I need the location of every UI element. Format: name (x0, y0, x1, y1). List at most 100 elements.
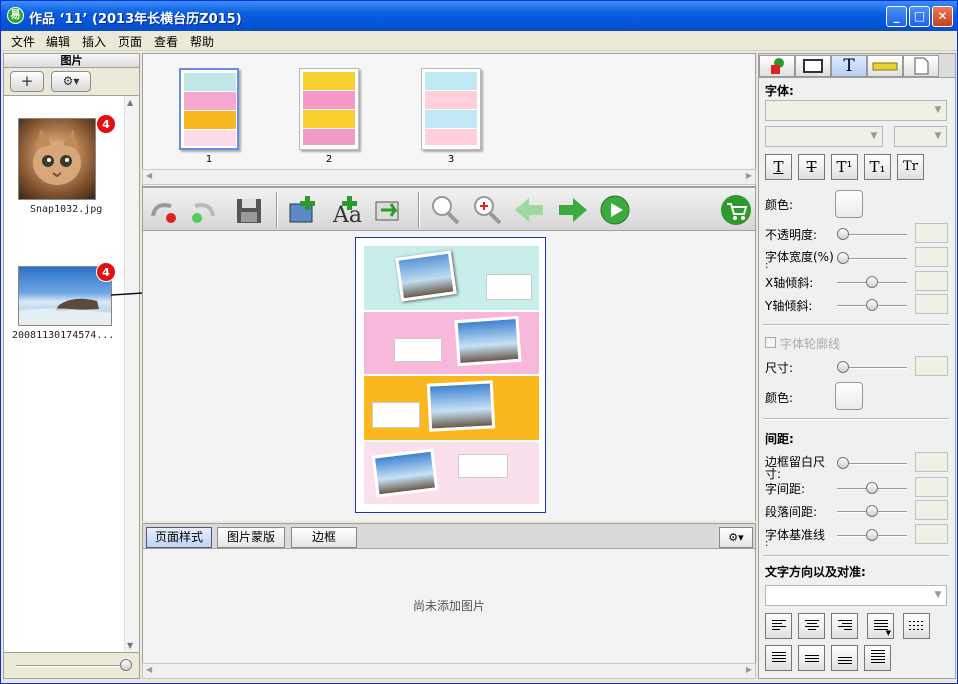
opacity-slider[interactable] (837, 228, 907, 240)
char-spacing-slider[interactable] (837, 482, 907, 494)
scroll-left-icon[interactable]: ◀ (146, 665, 152, 674)
page-icon[interactable] (903, 55, 939, 77)
slider-knob[interactable] (837, 228, 849, 240)
text-direction-combo[interactable]: ▼ (765, 585, 947, 606)
tab-image-mask[interactable]: 图片蒙版 (217, 527, 285, 548)
underline-button[interactable]: T (765, 154, 792, 180)
char-spacing-value[interactable] (915, 477, 948, 497)
zoom-out-icon[interactable] (429, 194, 461, 226)
photo-frame[interactable] (395, 250, 457, 302)
font-width-slider[interactable] (837, 252, 907, 264)
valign-bottom-button[interactable] (831, 645, 858, 671)
page-strip-scrollbar[interactable]: ◀ ▶ (142, 169, 756, 185)
menu-insert[interactable]: 插入 (82, 33, 106, 50)
redo-icon[interactable] (187, 194, 219, 226)
align-right-button[interactable] (831, 613, 858, 639)
next-page-icon[interactable] (557, 194, 589, 226)
slider-knob[interactable] (866, 505, 878, 517)
image-options-gear-button[interactable]: ⚙▾ (51, 71, 91, 92)
font-family-combo[interactable]: ▼ (765, 100, 947, 121)
tab-page-style[interactable]: 页面样式 (146, 527, 212, 548)
style-options-gear-button[interactable]: ⚙▾ (719, 527, 753, 548)
maximize-button[interactable]: □ (909, 6, 930, 27)
style-list-scrollbar[interactable]: ◀ ▶ (142, 663, 756, 679)
page-thumb-3[interactable] (421, 68, 481, 150)
page-thumb-2[interactable] (299, 68, 359, 150)
title-bar[interactable]: 易 作品 ‘11’ (2013年长横台历Z015) _ □ ✕ (1, 1, 957, 31)
close-button[interactable]: ✕ (932, 6, 953, 27)
zoom-in-icon[interactable] (471, 194, 503, 226)
distribute-button[interactable] (903, 613, 930, 639)
ruler-icon[interactable] (867, 55, 903, 77)
scroll-up-icon[interactable]: ▲ (127, 98, 133, 107)
photo-frame[interactable] (426, 380, 496, 432)
slider-knob[interactable] (837, 252, 849, 264)
scroll-left-icon[interactable]: ◀ (146, 171, 152, 180)
calendar-page[interactable] (355, 237, 546, 513)
slider-knob[interactable] (837, 361, 849, 373)
baseline-value[interactable] (915, 524, 948, 544)
x-skew-slider[interactable] (837, 276, 907, 288)
outline-size-value[interactable] (915, 356, 948, 376)
scroll-right-icon[interactable]: ▶ (746, 665, 752, 674)
slider-knob[interactable] (866, 276, 878, 288)
y-skew-value[interactable] (915, 294, 948, 314)
image-list-scrollbar[interactable]: ▲ ▼ (124, 96, 139, 652)
photo-frame[interactable] (454, 315, 522, 367)
page-thumb-1[interactable] (179, 68, 239, 150)
strikethrough-button[interactable]: T (798, 154, 825, 180)
paragraph-spacing-value[interactable] (915, 500, 948, 520)
subscript-button[interactable]: T₁ (864, 154, 891, 180)
undo-icon[interactable] (147, 194, 179, 226)
superscript-button[interactable]: T¹ (831, 154, 858, 180)
font-size-combo[interactable]: ▼ (894, 126, 947, 147)
save-icon[interactable] (233, 194, 265, 226)
slider-knob[interactable] (837, 457, 849, 469)
insert-text-icon[interactable]: Aa (331, 194, 363, 226)
margin-slider[interactable] (837, 457, 907, 469)
align-center-button[interactable] (798, 613, 825, 639)
baseline-slider[interactable] (837, 529, 907, 541)
insert-image-icon[interactable] (287, 194, 319, 226)
frame-icon[interactable] (795, 55, 831, 77)
previous-page-icon[interactable] (513, 194, 545, 226)
outline-checkbox[interactable] (765, 337, 776, 348)
font-color-swatch[interactable] (835, 190, 863, 218)
outline-color-swatch[interactable] (835, 382, 863, 410)
small-caps-button[interactable]: Tr (897, 154, 924, 180)
menu-file[interactable]: 文件 (11, 33, 35, 50)
justify-dropdown-button[interactable]: ▼ (867, 613, 894, 639)
text-icon[interactable]: T (831, 55, 867, 77)
menu-edit[interactable]: 编辑 (46, 33, 70, 50)
align-left-button[interactable] (765, 613, 792, 639)
thumbnail-size-slider[interactable] (16, 659, 132, 671)
play-preview-icon[interactable] (599, 194, 631, 226)
valign-justify-button[interactable] (864, 645, 891, 671)
photo-frame[interactable] (371, 448, 439, 498)
menu-help[interactable]: 帮助 (190, 33, 214, 50)
image-thumb-cat[interactable] (18, 118, 96, 200)
opacity-value[interactable] (915, 223, 948, 243)
add-image-button[interactable]: + (10, 71, 44, 92)
shopping-cart-icon[interactable] (720, 194, 752, 226)
valign-top-button[interactable] (765, 645, 792, 671)
valign-middle-button[interactable] (798, 645, 825, 671)
scroll-down-icon[interactable]: ▼ (127, 641, 133, 650)
y-skew-slider[interactable] (837, 299, 907, 311)
slider-knob[interactable] (866, 529, 878, 541)
scroll-right-icon[interactable]: ▶ (746, 171, 752, 180)
outline-size-slider[interactable] (837, 361, 907, 373)
margin-value[interactable] (915, 452, 948, 472)
replace-image-icon[interactable] (373, 194, 405, 226)
slider-knob[interactable] (120, 659, 132, 671)
font-style-combo[interactable]: ▼ (765, 126, 883, 147)
slider-knob[interactable] (866, 482, 878, 494)
menu-view[interactable]: 查看 (154, 33, 178, 50)
x-skew-value[interactable] (915, 271, 948, 291)
shape-icon[interactable] (759, 55, 795, 77)
paragraph-spacing-slider[interactable] (837, 505, 907, 517)
font-width-value[interactable] (915, 247, 948, 267)
minimize-button[interactable]: _ (886, 6, 907, 27)
slider-knob[interactable] (866, 299, 878, 311)
menu-page[interactable]: 页面 (118, 33, 142, 50)
